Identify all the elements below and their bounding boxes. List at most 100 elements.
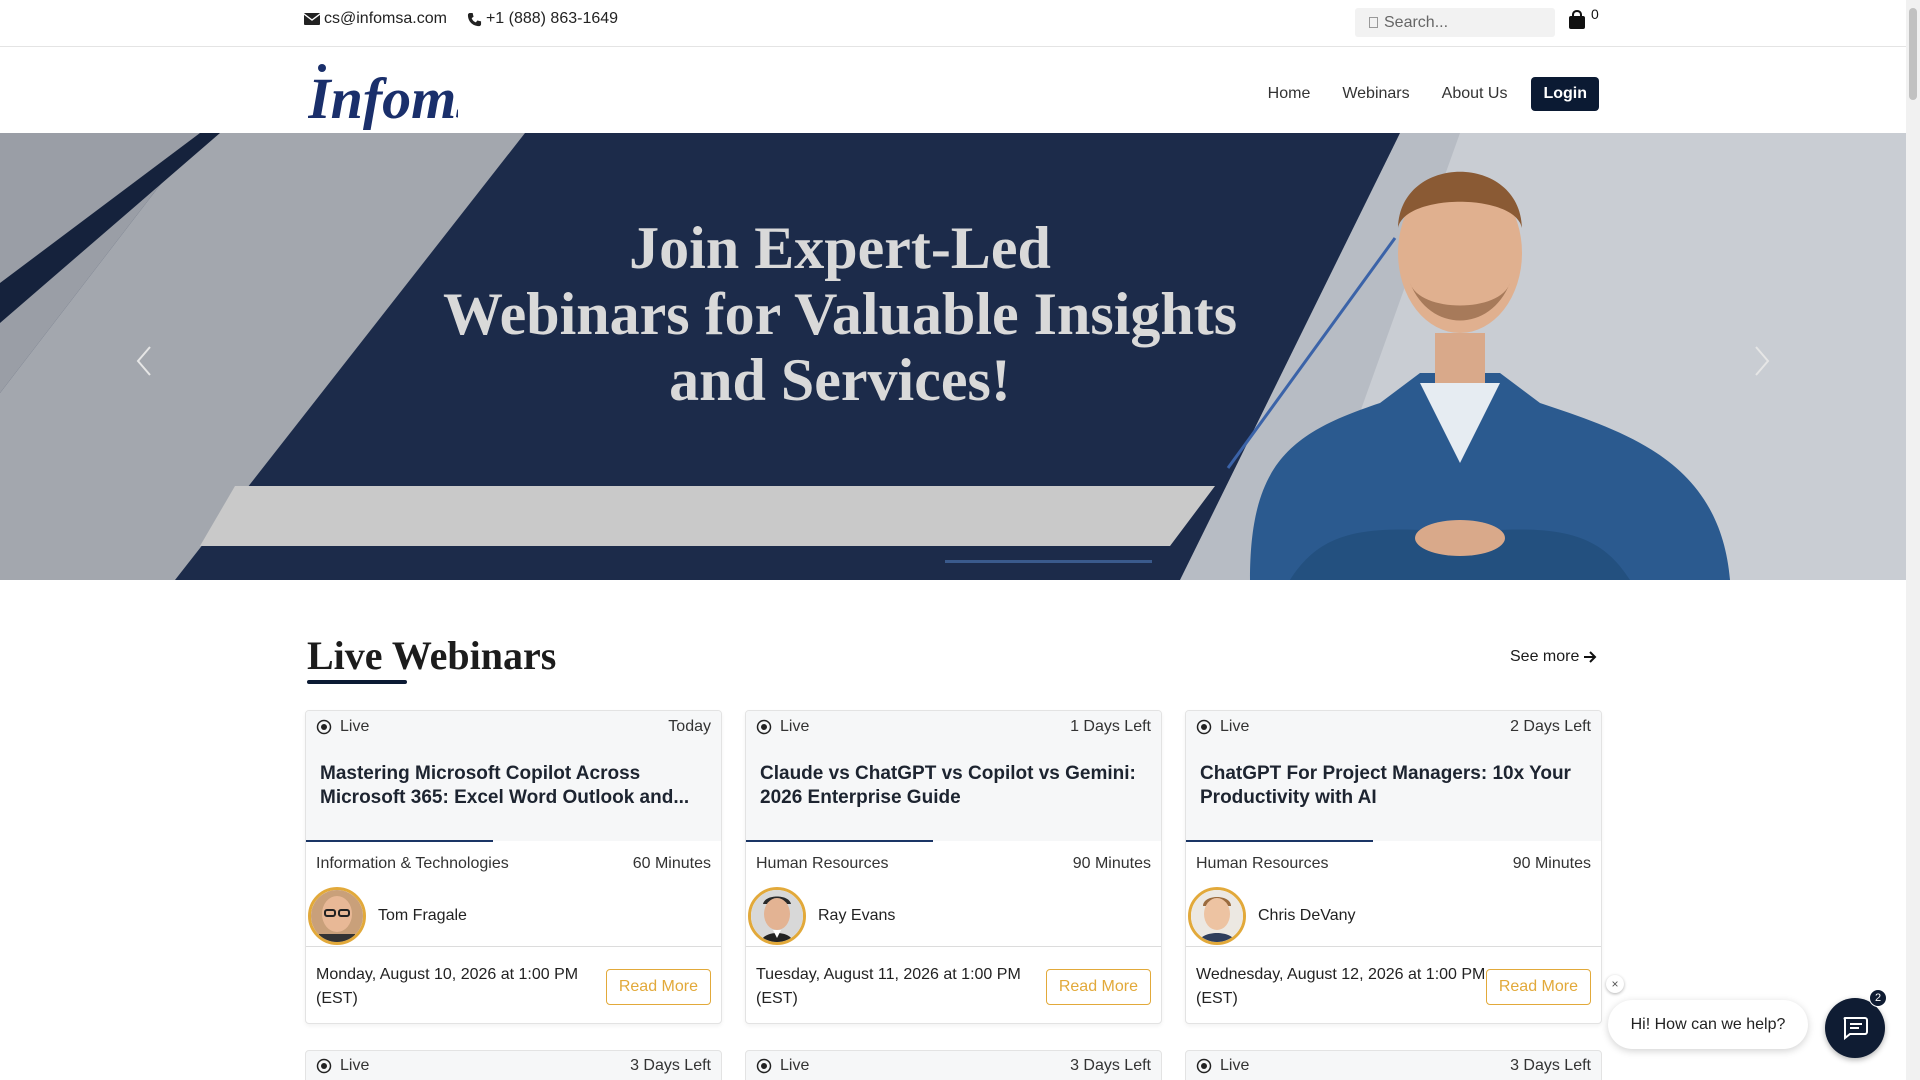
category: Information & Technologies	[316, 855, 509, 872]
hero-carousel: Join Expert-Led Webinars for Valuable In…	[0, 133, 1906, 580]
read-more-button[interactable]: Read More	[605, 969, 711, 1005]
card-progress-bar	[306, 840, 493, 842]
carousel-prev-icon[interactable]	[132, 343, 156, 379]
webinar-card[interactable]: Live 3 Days Left	[1185, 1050, 1602, 1080]
live-dot-icon	[316, 1058, 332, 1074]
duration: 90 Minutes	[1512, 855, 1591, 872]
live-status: Live	[1196, 1057, 1249, 1075]
hero-title: Join Expert-Led Webinars for Valuable In…	[380, 215, 1300, 413]
webinar-date: Wednesday, August 12, 2026 at 1:00 PM (E…	[1196, 966, 1486, 1007]
days-left: 2 Days Left	[1510, 718, 1591, 735]
nav-webinars[interactable]: Webinars	[1342, 85, 1409, 103]
webinar-card[interactable]: Live 3 Days Left	[305, 1050, 722, 1080]
webinar-card[interactable]: Live 1 Days Left Claude vs ChatGPT vs Co…	[745, 710, 1162, 1024]
email-text: cs@infomsa.com	[324, 10, 447, 27]
phone-link[interactable]: +1 (888) 863-1649	[467, 10, 618, 28]
card-meta: Human Resources 90 Minutes	[756, 855, 1151, 873]
live-dot-icon	[1196, 1058, 1212, 1074]
card-progress-bar	[746, 840, 933, 842]
live-dot-icon	[756, 719, 772, 735]
speaker-name: Chris DeVany	[1258, 907, 1356, 924]
webinar-card[interactable]: Live Today Mastering Microsoft Copilot A…	[305, 710, 722, 1024]
contact-info: cs@infomsa.com +1 (888) 863-1649	[304, 10, 638, 28]
live-status: Live	[1196, 718, 1249, 736]
days-left: 3 Days Left	[1070, 1057, 1151, 1074]
search-input[interactable]	[1384, 13, 1544, 32]
chat-greeting[interactable]: Hi! How can we help?	[1608, 1000, 1808, 1049]
phone-text: +1 (888) 863-1649	[485, 10, 619, 27]
email-link[interactable]: cs@infomsa.com	[304, 10, 447, 28]
carousel-indicator[interactable]	[945, 560, 1152, 563]
status-label: Live	[780, 1057, 810, 1074]
see-more-label: See more	[1510, 648, 1580, 665]
speaker: Chris DeVany	[1188, 887, 1356, 945]
live-dot-icon	[316, 719, 332, 735]
read-more-button[interactable]: Read More	[1045, 969, 1151, 1005]
card-header: Live 1 Days Left Claude vs ChatGPT vs Co…	[746, 711, 1161, 842]
webinar-title[interactable]: Mastering Microsoft Copilot Across Micro…	[320, 762, 707, 810]
shopping-bag-icon	[1569, 9, 1585, 29]
logo[interactable]: Infomsa	[307, 60, 508, 131]
logo-mark: Infomsa	[307, 64, 508, 131]
login-button[interactable]: Login	[1531, 77, 1599, 111]
live-dot-icon	[1196, 719, 1212, 735]
search-box[interactable]	[1355, 8, 1555, 37]
arrow-right-icon	[1584, 651, 1597, 663]
status-label: Live	[1220, 1057, 1250, 1074]
envelope-icon	[304, 13, 320, 25]
status-label: Live	[1220, 718, 1250, 735]
webinar-card[interactable]: Live 2 Days Left ChatGPT For Project Man…	[1185, 710, 1602, 1024]
speaker-name: Ray Evans	[818, 907, 896, 924]
live-dot-icon	[756, 1058, 772, 1074]
nav-menu: Home Webinars About Us Login	[1236, 77, 1599, 111]
card-header: Live 2 Days Left ChatGPT For Project Man…	[1186, 711, 1601, 842]
main-nav: Infomsa Home Webinars About Us Login	[0, 48, 1906, 133]
avatar	[1188, 887, 1246, 945]
hero-title-line-3: and Services!	[669, 347, 1011, 413]
scrollbar-thumb[interactable]	[1909, 8, 1917, 100]
hero-title-line-1: Join Expert-Led	[629, 215, 1051, 281]
days-left: 3 Days Left	[1510, 1057, 1591, 1074]
duration: 90 Minutes	[1072, 855, 1151, 872]
section-title: Live Webinars	[307, 633, 557, 678]
section-title-underline	[307, 680, 407, 684]
category: Human Resources	[756, 855, 889, 872]
status-label: Live	[780, 718, 810, 735]
nav-home[interactable]: Home	[1268, 85, 1311, 103]
logo-text: Infomsa	[308, 66, 458, 130]
carousel-next-icon[interactable]	[1750, 343, 1774, 379]
card-header: Live Today Mastering Microsoft Copilot A…	[306, 711, 721, 842]
speaker-name: Tom Fragale	[378, 907, 467, 924]
webinar-date: Monday, August 10, 2026 at 1:00 PM (EST)	[316, 966, 579, 1007]
days-left: Today	[668, 718, 711, 735]
webinar-date: Tuesday, August 11, 2026 at 1:00 PM (EST…	[756, 966, 1021, 1007]
days-left: 3 Days Left	[630, 1057, 711, 1074]
status-label: Live	[340, 718, 370, 735]
cart-button[interactable]	[1568, 9, 1586, 35]
speaker: Tom Fragale	[308, 887, 467, 945]
card-meta: Information & Technologies 60 Minutes	[316, 855, 711, 873]
speaker: Ray Evans	[748, 887, 895, 945]
hero-title-line-2: Webinars for Valuable Insights	[442, 281, 1238, 347]
webinar-card[interactable]: Live 3 Days Left	[745, 1050, 1162, 1080]
card-meta: Human Resources 90 Minutes	[1196, 855, 1591, 873]
page-scrollbar[interactable]	[1906, 0, 1920, 1080]
chat-launcher-button[interactable]	[1825, 998, 1885, 1058]
webinar-title[interactable]: Claude vs ChatGPT vs Copilot vs Gemini: …	[760, 762, 1147, 810]
avatar	[308, 887, 366, 945]
chat-icon	[1843, 1017, 1868, 1040]
card-footer: Wednesday, August 12, 2026 at 1:00 PM (E…	[1186, 946, 1601, 1023]
chat-close-button[interactable]: ×	[1606, 975, 1624, 993]
webinar-title[interactable]: ChatGPT For Project Managers: 10x Your P…	[1200, 762, 1587, 810]
read-more-button[interactable]: Read More	[1485, 969, 1591, 1005]
live-status: Live	[316, 718, 369, 736]
live-status: Live	[756, 718, 809, 736]
card-progress-bar	[1186, 840, 1373, 842]
days-left: 1 Days Left	[1070, 718, 1151, 735]
duration: 60 Minutes	[632, 855, 711, 872]
avatar	[748, 887, 806, 945]
nav-about-us[interactable]: About Us	[1442, 85, 1508, 103]
see-more-link[interactable]: See more	[1510, 648, 1597, 666]
phone-icon	[467, 12, 481, 26]
card-footer: Monday, August 10, 2026 at 1:00 PM (EST)…	[306, 946, 721, 1023]
